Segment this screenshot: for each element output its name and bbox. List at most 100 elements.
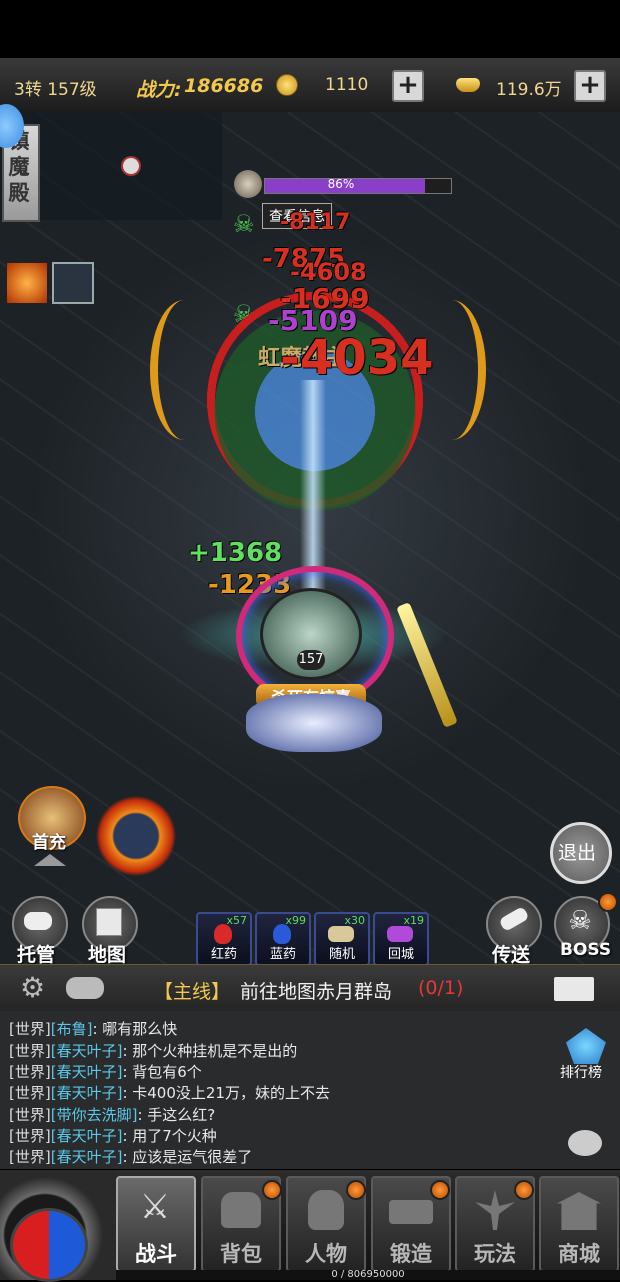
chat-message: : 用了7个火种 — [122, 1127, 217, 1145]
boss-skull-icon: ☠ — [568, 906, 592, 936]
chat-message: : 应该是运气很差了 — [122, 1148, 253, 1166]
chat-message: : 手这么红? — [137, 1106, 216, 1124]
chat-channel: [世界] — [9, 1148, 51, 1166]
item-label: 蓝药 — [269, 947, 296, 962]
sword-buff-icon[interactable] — [52, 262, 94, 304]
chat-sender[interactable]: [春天叶子] — [51, 1063, 123, 1081]
heal-number: +1368 — [188, 538, 283, 568]
exit-label[interactable]: 退出 — [558, 838, 596, 865]
nav-label: 商城 — [558, 1242, 600, 1266]
forge-notification-dot — [430, 1180, 450, 1200]
mail-icon[interactable] — [554, 977, 594, 1001]
quest-tag: 【主线】 — [154, 981, 231, 1003]
chat-line: [世界][春天叶子]: 卡400没上21万，妹的上不去 — [9, 1082, 330, 1103]
item-return-scroll[interactable]: x19 回城 — [373, 912, 429, 966]
bag-icon — [221, 1192, 261, 1228]
chat-channel: [世界] — [9, 1020, 51, 1038]
auto-battle-label[interactable]: 托管 — [17, 940, 55, 967]
lightning-beam — [300, 380, 326, 590]
item-count: x57 — [226, 914, 247, 927]
bag-notification-dot — [262, 1180, 282, 1200]
poison-skull-icon: ☠ — [233, 210, 255, 238]
chat-message: : 哪有那么快 — [92, 1020, 178, 1038]
chat-channel: [世界] — [9, 1127, 51, 1145]
chat-channel: [世界] — [9, 1084, 51, 1102]
chat-message: : 背包有6个 — [122, 1063, 202, 1081]
target-hp-text: 86% — [327, 177, 355, 191]
chat-line: [世界][布鲁]: 哪有那么快 — [9, 1018, 177, 1039]
crossed-swords-icon: ⚔ — [139, 1187, 171, 1227]
gear-icon[interactable]: ⚙ — [20, 974, 45, 1002]
ranking-label[interactable]: 排行榜 — [560, 1062, 602, 1082]
nav-label: 战斗 — [135, 1242, 177, 1266]
blue-potion-icon — [273, 924, 291, 944]
nav-label: 背包 — [220, 1242, 262, 1266]
minimap-player-marker — [121, 156, 141, 176]
helmet-icon — [308, 1190, 344, 1230]
nav-label: 人物 — [305, 1242, 347, 1266]
gamepad-icon — [24, 912, 52, 930]
nav-label: 玩法 — [474, 1242, 516, 1266]
skill-fire-orb[interactable] — [96, 796, 176, 876]
damage-number: -8117 — [280, 210, 351, 235]
chat-bubble-icon[interactable] — [568, 1130, 602, 1156]
teleport-label[interactable]: 传送 — [492, 940, 530, 967]
rage-buff-icon[interactable] — [6, 262, 48, 304]
chat-sender[interactable]: [春天叶子] — [51, 1148, 123, 1166]
chat-channel: [世界] — [9, 1063, 51, 1081]
chat-sender[interactable]: [春天叶子] — [51, 1084, 123, 1102]
boss-wing-left — [150, 300, 218, 440]
ingot-value: 119.6万 — [496, 80, 562, 100]
chat-line: [世界][春天叶子]: 背包有6个 — [9, 1061, 202, 1082]
chat-channel: [世界] — [9, 1042, 51, 1060]
item-count: x99 — [285, 914, 306, 927]
quest-bar[interactable]: ⚙ 【主线】 前往地图赤月群岛 (0/1) — [0, 964, 620, 1012]
quest-text[interactable]: 前往地图赤月群岛 — [240, 977, 392, 1004]
chat-sender[interactable]: [布鲁] — [51, 1020, 93, 1038]
add-coin-button[interactable]: + — [392, 70, 424, 102]
chat-message: : 那个火种挂机是不是出的 — [122, 1042, 298, 1060]
map-label[interactable]: 地图 — [88, 940, 126, 967]
white-tiger-mount — [246, 694, 382, 752]
gold-ingot-icon — [456, 78, 480, 92]
muscle-icon[interactable] — [66, 977, 104, 999]
first-charge-label[interactable]: 首充 — [32, 828, 66, 853]
chat-message: : 卡400没上21万，妹的上不去 — [122, 1084, 330, 1102]
exp-text: 0 / 806950000 — [331, 1269, 405, 1280]
boss-label[interactable]: BOSS — [560, 940, 611, 960]
item-red-potion[interactable]: x57 红药 — [196, 912, 252, 966]
yin-yang-orb[interactable] — [10, 1208, 88, 1282]
chat-line: [世界][带你去洗脚]: 手这么红? — [9, 1104, 215, 1125]
return-scroll-icon — [387, 926, 413, 942]
nav-label: 锻造 — [390, 1242, 432, 1266]
random-scroll-icon — [328, 926, 354, 942]
target-skull-icon — [234, 170, 262, 198]
winged-sword-icon — [475, 1190, 515, 1230]
character-notification-dot — [346, 1180, 366, 1200]
nav-battle[interactable]: ⚔ 战斗 — [116, 1176, 196, 1272]
item-label: 回城 — [387, 947, 414, 962]
power-value: 186686 — [184, 75, 264, 97]
nav-shop[interactable]: 商城 — [539, 1176, 619, 1272]
resource-bar: 3转 157级 战力: 186686 1110 + 119.6万 + — [0, 58, 620, 113]
chat-line: [世界][春天叶子]: 应该是运气很差了 — [9, 1146, 252, 1167]
chat-line: [世界][春天叶子]: 那个火种挂机是不是出的 — [9, 1040, 297, 1061]
gameplay-notification-dot — [514, 1180, 534, 1200]
item-label: 红药 — [210, 947, 237, 962]
chat-channel: [世界] — [9, 1106, 51, 1124]
critical-damage-number: -4034 — [280, 330, 434, 386]
coin-icon — [276, 74, 298, 96]
item-blue-potion[interactable]: x99 蓝药 — [255, 912, 311, 966]
chat-sender[interactable]: [带你去洗脚] — [51, 1106, 138, 1124]
quest-progress: (0/1) — [418, 977, 464, 999]
collapse-arrow-icon[interactable] — [34, 854, 66, 866]
add-ingot-button[interactable]: + — [574, 70, 606, 102]
status-bar-area — [0, 0, 620, 58]
red-potion-icon — [214, 924, 232, 944]
chat-sender[interactable]: [春天叶子] — [51, 1042, 123, 1060]
chat-sender[interactable]: [春天叶子] — [51, 1127, 123, 1145]
power-label: 战力: — [136, 79, 182, 101]
item-random-scroll[interactable]: x30 随机 — [314, 912, 370, 966]
chat-line: [世界][春天叶子]: 用了7个火种 — [9, 1125, 217, 1146]
map-icon — [96, 908, 122, 936]
